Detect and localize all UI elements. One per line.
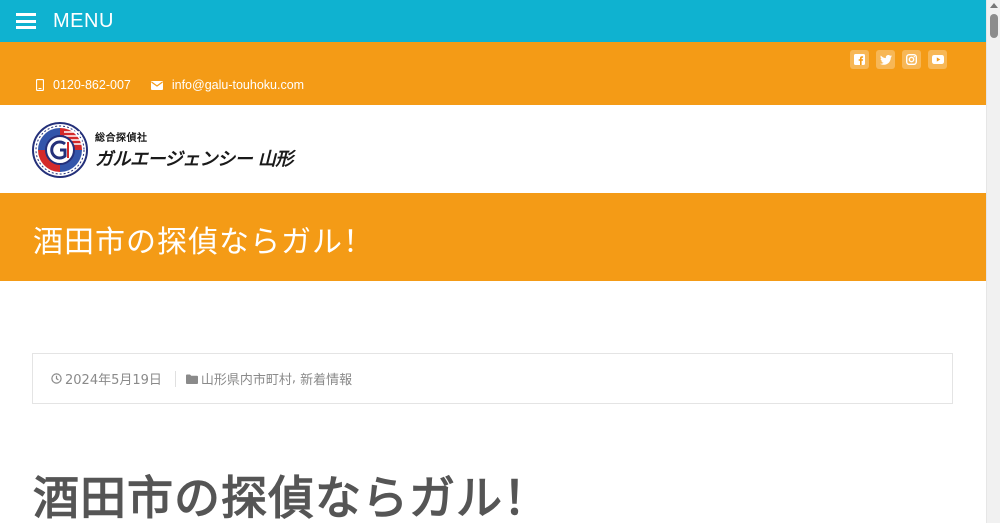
email-address: info@galu-touhoku.com: [171, 78, 305, 92]
post-date: 2024年5月19日: [65, 373, 162, 388]
page: MENU 0120-862-007 info@galu-touhoku.com …: [0, 0, 1000, 523]
category-separator: ,: [291, 371, 297, 386]
hamburger-icon: [16, 13, 36, 29]
twitter-icon[interactable]: [876, 50, 895, 69]
category-link-news[interactable]: 新着情報: [300, 369, 352, 388]
contact-info: 0120-862-007 info@galu-touhoku.com: [36, 78, 324, 92]
menu-label: MENU: [53, 9, 114, 32]
email-link[interactable]: info@galu-touhoku.com: [150, 78, 305, 92]
phone-link[interactable]: 0120-862-007: [36, 78, 131, 92]
page-title-banner: 酒田市の探偵ならガル！: [0, 193, 986, 281]
post-date-link[interactable]: 2024年5月19日: [51, 369, 162, 388]
logo-text: 総合探偵社 ガルエージェンシー 山形: [95, 129, 293, 171]
logo-tagline: 総合探偵社: [95, 133, 148, 144]
logo-name: ガルエージェンシー 山形: [95, 149, 293, 170]
banner-title: 酒田市の探偵ならガル！: [33, 225, 374, 260]
youtube-icon[interactable]: [928, 50, 947, 69]
post-title: 酒田市の探偵ならガル！: [33, 471, 550, 523]
menu-toggle-button[interactable]: MENU: [16, 10, 114, 33]
vertical-scrollbar[interactable]: [986, 0, 1000, 523]
post-meta: 2024年5月19日 山形県内市町村 , 新着情報: [32, 353, 953, 404]
scroll-thumb[interactable]: [990, 14, 998, 38]
meta-divider: [174, 370, 176, 387]
clock-icon: [51, 373, 62, 384]
folder-icon: [185, 374, 198, 384]
scroll-up-arrow-icon[interactable]: [990, 3, 998, 8]
mail-icon: [150, 80, 163, 90]
phone-icon: [36, 79, 44, 91]
menu-bar: MENU: [0, 0, 986, 42]
facebook-icon[interactable]: [850, 50, 869, 69]
site-logo[interactable]: 総合探偵社 ガルエージェンシー 山形: [32, 122, 293, 178]
agency-emblem-icon: [32, 122, 88, 178]
phone-number: 0120-862-007: [53, 78, 131, 92]
top-info-bar: 0120-862-007 info@galu-touhoku.com: [0, 42, 986, 105]
social-links: [850, 50, 947, 69]
instagram-icon[interactable]: [902, 50, 921, 69]
post-categories: 山形県内市町村 , 新着情報: [185, 369, 352, 388]
site-header: 総合探偵社 ガルエージェンシー 山形: [0, 105, 986, 193]
category-link-yamagata[interactable]: 山形県内市町村: [201, 369, 292, 388]
